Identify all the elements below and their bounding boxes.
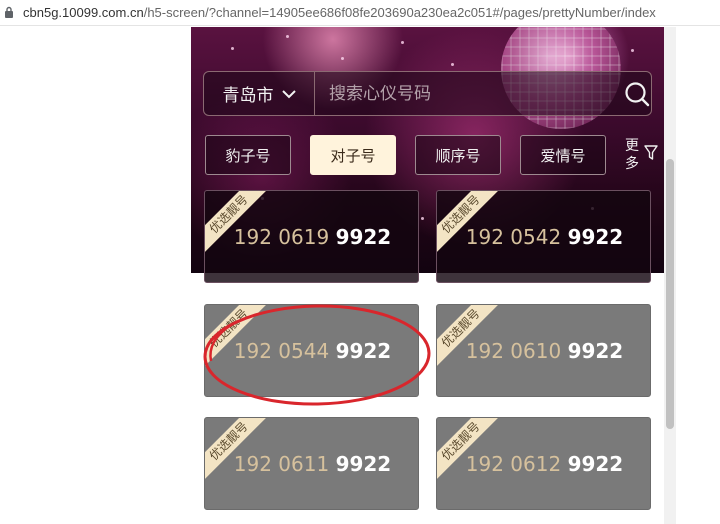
- chevron-down-icon: [281, 89, 296, 98]
- phone-number: 192 0610 9922: [437, 339, 650, 363]
- tab-pair[interactable]: 对子号: [310, 135, 396, 175]
- number-tail: 9922: [567, 225, 624, 249]
- number-prefix: 192 0619: [233, 225, 330, 249]
- number-tail: 9922: [567, 452, 624, 476]
- search-bar: 青岛市: [203, 71, 652, 116]
- number-prefix: 192 0612: [465, 452, 562, 476]
- url-text[interactable]: cbn5g.10099.com.cn/h5-screen/?channel=14…: [23, 5, 656, 20]
- phone-number: 192 0612 9922: [437, 452, 650, 476]
- more-button[interactable]: 更 多: [625, 137, 643, 173]
- number-card[interactable]: 优选靓号 192 0611 9922: [204, 417, 419, 510]
- tab-label: 豹子号: [225, 146, 271, 165]
- phone-number: 192 0544 9922: [205, 339, 418, 363]
- scrollbar-thumb[interactable]: [666, 159, 674, 429]
- phone-number: 192 0542 9922: [437, 225, 650, 249]
- url-host: cbn5g.10099.com.cn: [23, 5, 144, 20]
- lock-icon: [5, 6, 13, 18]
- number-prefix: 192 0542: [465, 225, 562, 249]
- number-card[interactable]: 优选靓号 192 0610 9922: [436, 304, 651, 397]
- more-label-line2: 多: [625, 156, 639, 172]
- phone-number: 192 0611 9922: [205, 452, 418, 476]
- phone-number: 192 0619 9922: [205, 225, 418, 249]
- number-prefix: 192 0544: [233, 339, 330, 363]
- search-icon[interactable]: [624, 81, 650, 107]
- tab-label: 对子号: [330, 146, 376, 165]
- number-tail: 9922: [335, 452, 392, 476]
- search-input[interactable]: [329, 78, 599, 110]
- city-select[interactable]: 青岛市: [204, 72, 315, 115]
- tab-leopard[interactable]: 豹子号: [205, 135, 291, 175]
- mobile-page: 青岛市 豹子号 对子号 顺序号 爱情号 更 多 优选靓号 192 0619 99…: [191, 27, 664, 524]
- tab-sequence[interactable]: 顺序号: [415, 135, 501, 175]
- url-path: /h5-screen/?channel=14905ee686f08fe20369…: [143, 5, 656, 20]
- address-bar[interactable]: cbn5g.10099.com.cn/h5-screen/?channel=14…: [0, 0, 720, 26]
- number-prefix: 192 0611: [233, 452, 330, 476]
- tab-label: 顺序号: [435, 146, 481, 165]
- filter-icon[interactable]: [644, 145, 658, 161]
- tab-love[interactable]: 爱情号: [520, 135, 606, 175]
- tab-label: 爱情号: [540, 146, 586, 165]
- page-scrollbar[interactable]: [664, 27, 676, 524]
- number-tail: 9922: [335, 339, 392, 363]
- number-prefix: 192 0610: [465, 339, 562, 363]
- number-card[interactable]: 优选靓号 192 0612 9922: [436, 417, 651, 510]
- number-card[interactable]: 优选靓号 192 0619 9922: [204, 190, 419, 283]
- number-tail: 9922: [335, 225, 392, 249]
- number-type-tabs: 豹子号 对子号 顺序号 爱情号 更 多: [191, 135, 664, 177]
- number-tail: 9922: [567, 339, 624, 363]
- number-card[interactable]: 优选靓号 192 0544 9922: [204, 304, 419, 397]
- more-label-line1: 更: [625, 138, 639, 154]
- number-card[interactable]: 优选靓号 192 0542 9922: [436, 190, 651, 283]
- city-label: 青岛市: [222, 86, 274, 106]
